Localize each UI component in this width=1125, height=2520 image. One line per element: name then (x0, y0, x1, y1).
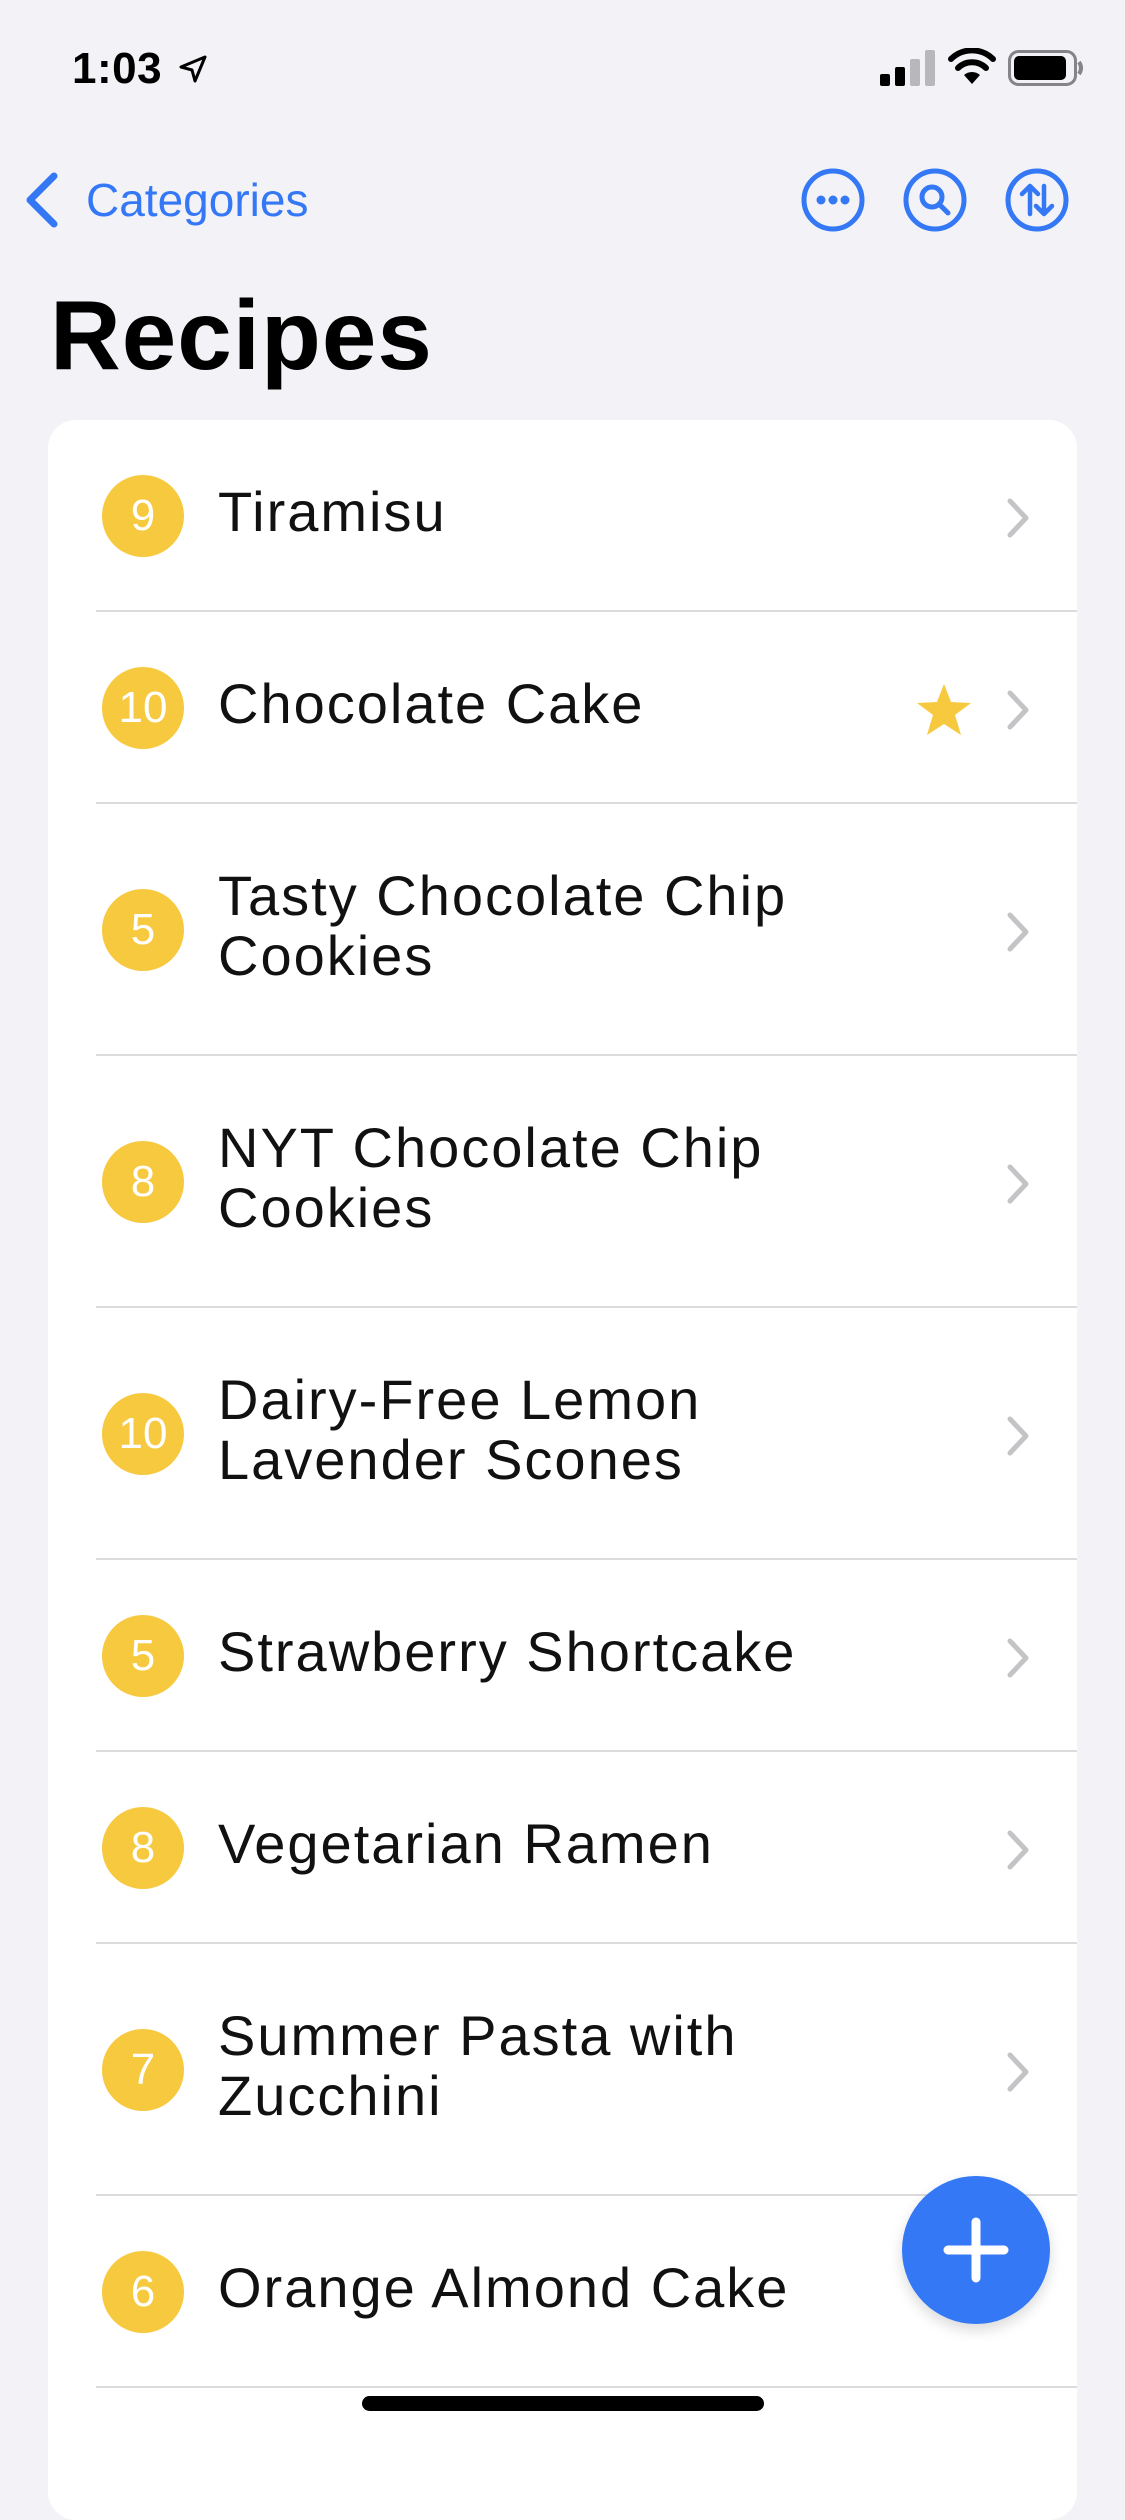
navigation-bar: Categories (0, 150, 1125, 250)
recipe-row[interactable]: 8 Vegetarian Ramen (48, 1752, 1077, 1944)
recipe-name: Tasty Chocolate Chip Cookies (218, 864, 788, 987)
sort-arrows-icon (1005, 168, 1069, 232)
chevron-right-icon (1007, 2052, 1029, 2092)
chevron-right-icon (1007, 1638, 1029, 1678)
rating-badge: 5 (102, 1615, 184, 1697)
recipe-row[interactable]: 8 NYT Chocolate Chip Cookies (48, 1056, 1077, 1308)
recipe-row[interactable]: 10 Dairy-Free Lemon Lavender Scones (48, 1308, 1077, 1560)
rating-badge: 8 (102, 1141, 184, 1223)
back-button[interactable]: Categories (22, 170, 308, 230)
search-button[interactable] (903, 168, 967, 232)
recipe-row[interactable]: 5 Tasty Chocolate Chip Cookies (48, 804, 1077, 1056)
recipe-row[interactable]: 7 Summer Pasta with Zucchini (48, 1944, 1077, 2196)
back-button-label: Categories (86, 174, 309, 226)
rating-badge: 9 (102, 475, 184, 557)
cellular-signal-icon (880, 50, 935, 86)
recipe-name: Orange Almond Cake (218, 2256, 790, 2319)
rating-badge: 6 (102, 2251, 184, 2333)
recipe-row[interactable]: 5 Strawberry Shortcake (48, 1560, 1077, 1752)
ellipsis-circle-icon (801, 168, 865, 232)
recipe-name: Chocolate Cake (218, 672, 645, 735)
recipe-name: Tiramisu (218, 480, 447, 543)
chevron-left-icon (26, 172, 58, 228)
chevron-right-icon (1007, 1416, 1029, 1456)
chevron-right-icon (1007, 498, 1029, 538)
wifi-icon (948, 48, 996, 84)
recipe-row[interactable]: 9 Tiramisu (48, 420, 1077, 612)
page-title: Recipes (50, 280, 433, 390)
chevron-right-icon (1007, 1164, 1029, 1204)
sort-button[interactable] (1005, 168, 1069, 232)
star-icon (917, 684, 971, 735)
search-icon (903, 168, 967, 232)
rating-badge: 8 (102, 1807, 184, 1889)
status-bar: 1:03 (0, 0, 1125, 140)
battery-icon (1008, 50, 1083, 86)
recipe-name: Strawberry Shortcake (218, 1620, 797, 1683)
recipe-name: NYT Chocolate Chip Cookies (218, 1116, 764, 1239)
recipe-name: Summer Pasta with Zucchini (218, 2004, 738, 2127)
rating-badge: 7 (102, 2029, 184, 2111)
more-button[interactable] (801, 168, 865, 232)
recipe-name: Vegetarian Ramen (218, 1812, 714, 1875)
rating-badge: 10 (102, 1393, 184, 1475)
chevron-right-icon (1007, 912, 1029, 952)
rating-badge: 10 (102, 667, 184, 749)
chevron-right-icon (1007, 1830, 1029, 1870)
location-arrow-icon (179, 55, 207, 83)
plus-icon (943, 2217, 1009, 2283)
row-divider (96, 2386, 1077, 2388)
rating-badge: 5 (102, 889, 184, 971)
chevron-right-icon (1007, 690, 1029, 730)
recipe-name: Dairy-Free Lemon Lavender Scones (218, 1368, 702, 1491)
recipe-row[interactable]: 10 Chocolate Cake (48, 612, 1077, 804)
status-time: 1:03 (72, 44, 163, 93)
home-indicator (362, 2396, 764, 2411)
add-recipe-button[interactable] (902, 2176, 1050, 2324)
